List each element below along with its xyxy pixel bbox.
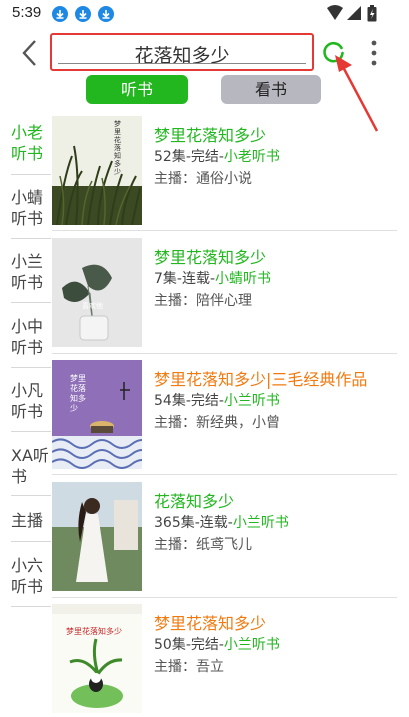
row-divider <box>52 230 397 231</box>
row-divider <box>52 474 397 475</box>
row-divider <box>52 353 397 354</box>
result-host: 主播：通俗小说 <box>154 171 252 187</box>
wifi-icon <box>327 5 343 20</box>
sidebar-divider <box>11 174 51 175</box>
source-name: 小兰听书 <box>223 393 280 409</box>
sidebar-item-label: 小老 <box>11 123 44 142</box>
status-time: 5:39 <box>12 4 42 21</box>
episode-status: 52集-完结- <box>154 149 224 165</box>
source-name: 小蜻听书 <box>215 271 272 287</box>
battery-icon <box>367 5 377 22</box>
sidebar-divider <box>11 238 51 239</box>
result-meta: 365集-连载-小兰听书 <box>154 512 289 532</box>
result-title: 花落知多少 <box>154 492 235 511</box>
source-name: 小兰听书 <box>232 515 289 531</box>
search-input[interactable]: 花落知多少 <box>50 33 314 71</box>
cover-title: 梦里花落知多少 <box>66 627 122 636</box>
sidebar-divider <box>11 431 51 432</box>
result-title: 梦里花落知多少 <box>154 248 267 267</box>
sidebar-divider <box>11 367 51 368</box>
sidebar-item-xiaolao[interactable]: 小老 听书 <box>11 122 51 164</box>
sidebar-item-xiaolan[interactable]: 小兰 听书 <box>11 251 51 293</box>
episode-status: 7集-连载- <box>154 271 216 287</box>
book-cover: 梦里花落知多少 <box>52 604 142 713</box>
tab-listen[interactable]: 听书 <box>86 75 188 104</box>
sidebar-item-label: 小六 <box>11 556 44 575</box>
tab-read[interactable]: 看书 <box>221 75 321 104</box>
sidebar-item-label: 听书 <box>11 402 44 421</box>
cover-title: 梦里花落知多少 <box>114 120 121 176</box>
sidebar-item-xiaoqing[interactable]: 小蜻 听书 <box>11 187 51 229</box>
sidebar-item-host[interactable]: 主播 <box>11 510 51 531</box>
sidebar-item-label: 小中 <box>11 317 44 336</box>
book-cover: 喜欢他 <box>52 238 142 347</box>
result-title: 梦里花落知多少 <box>154 614 267 633</box>
signal-icon <box>347 6 361 20</box>
sidebar-item-label: 主播 <box>11 511 44 530</box>
result-host: 主播：新经典，小曾 <box>154 415 280 431</box>
back-arrow-icon[interactable] <box>18 38 42 68</box>
sidebar-divider <box>11 606 51 607</box>
result-host: 主播：吾立 <box>154 659 224 675</box>
result-meta: 52集-完结-小老听书 <box>154 146 280 166</box>
sidebar-item-label: 听书 <box>11 273 44 292</box>
sidebar-item-xiaozhong[interactable]: 小中 听书 <box>11 316 51 358</box>
sidebar-item-label: 听书 <box>11 144 44 163</box>
download-icon <box>52 6 68 22</box>
sidebar-item-xiaoliu[interactable]: 小六 听书 <box>11 555 51 597</box>
sidebar-item-xa[interactable]: XA听书 <box>11 445 51 487</box>
status-bar: 5:39 <box>0 0 409 28</box>
row-divider <box>52 597 397 598</box>
result-host: 主播：纸鸢飞儿 <box>154 537 252 553</box>
sidebar-item-label: 听书 <box>11 338 44 357</box>
result-meta: 50集-完结-小兰听书 <box>154 634 280 654</box>
book-cover: 梦里花落知多少 <box>52 116 142 225</box>
cover-title: 梦里花落知多少 <box>70 374 86 413</box>
sidebar-item-xiaofan[interactable]: 小凡 听书 <box>11 380 51 422</box>
source-name: 小兰听书 <box>223 637 280 653</box>
search-underline <box>58 63 306 64</box>
annotation-arrow-icon <box>335 55 379 132</box>
book-cover <box>52 482 142 591</box>
sidebar-divider <box>11 302 51 303</box>
download-icon <box>98 6 114 22</box>
result-title: 梦里花落知多少 <box>154 126 267 145</box>
sidebar-item-label: 书 <box>11 467 28 486</box>
sidebar-item-label: 小兰 <box>11 252 44 271</box>
sidebar-item-label: 小凡 <box>11 381 44 400</box>
episode-status: 50集-完结- <box>154 637 224 653</box>
episode-status: 365集-连载- <box>154 515 233 531</box>
sidebar-item-label: XA听 <box>11 446 49 465</box>
sidebar-divider <box>11 495 51 496</box>
sidebar-item-label: 听书 <box>11 577 44 596</box>
result-host: 主播：陪伴心理 <box>154 293 252 309</box>
book-cover: 梦里花落知多少 <box>52 360 142 469</box>
sidebar-divider <box>11 541 51 542</box>
cover-title: 喜欢他 <box>82 302 103 310</box>
result-meta: 7集-连载-小蜻听书 <box>154 268 271 288</box>
sidebar-item-label: 听书 <box>11 209 44 228</box>
result-title: 梦里花落知多少|三毛经典作品 <box>154 370 368 389</box>
sidebar-item-label: 小蜻 <box>11 188 44 207</box>
source-name: 小老听书 <box>223 149 280 165</box>
result-meta: 54集-完结-小兰听书 <box>154 390 280 410</box>
episode-status: 54集-完结- <box>154 393 224 409</box>
download-icon <box>75 6 91 22</box>
